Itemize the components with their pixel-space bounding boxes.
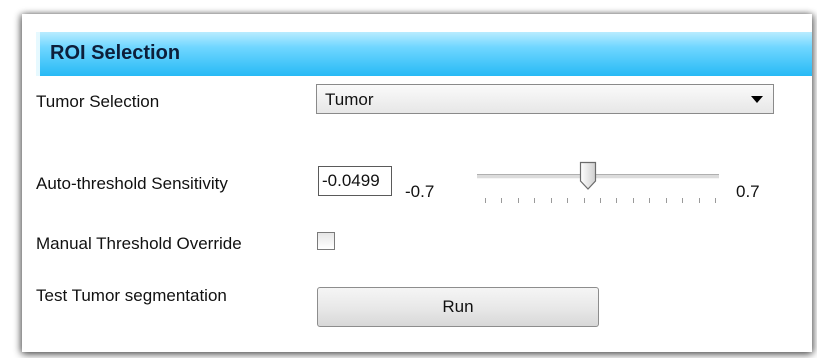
slider-max-label: 0.7 [736, 182, 760, 201]
slider-tick [550, 198, 552, 203]
slider-tick [632, 198, 634, 203]
section-header: ROI Selection [36, 32, 812, 76]
slider-tick [698, 198, 700, 203]
slider-tick [485, 198, 486, 203]
section-title: ROI Selection [50, 42, 181, 64]
chevron-down-icon[interactable] [751, 96, 763, 103]
auto-threshold-label: Auto-threshold Sensitivity [36, 174, 228, 193]
manual-override-checkbox[interactable] [317, 232, 335, 250]
tumor-selection-value: Tumor [325, 90, 374, 109]
slider-tick [567, 198, 569, 203]
auto-threshold-slider[interactable] [477, 174, 719, 179]
slider-tick [715, 198, 716, 203]
slider-tick [583, 198, 585, 203]
auto-threshold-input[interactable] [318, 166, 392, 196]
slider-tick [649, 198, 651, 203]
slider-tick [616, 198, 618, 203]
slider-min-label: -0.7 [405, 182, 435, 201]
slider-tick [534, 198, 536, 203]
slider-tick [682, 198, 684, 203]
tumor-selection-label: Tumor Selection [36, 92, 160, 111]
slider-tick [665, 198, 667, 203]
slider-tick [600, 198, 601, 203]
slider-tick [501, 198, 503, 203]
slider-tick [517, 198, 519, 203]
slider-thumb[interactable] [579, 161, 597, 191]
tumor-selection-dropdown[interactable]: Tumor [316, 84, 774, 114]
manual-override-label: Manual Threshold Override [36, 234, 242, 253]
run-button[interactable]: Run [317, 287, 599, 327]
test-segmentation-label: Test Tumor segmentation [36, 286, 227, 305]
slider-ticks [485, 198, 716, 204]
roi-selection-panel: ROI Selection Tumor Selection Tumor Auto… [22, 14, 812, 352]
